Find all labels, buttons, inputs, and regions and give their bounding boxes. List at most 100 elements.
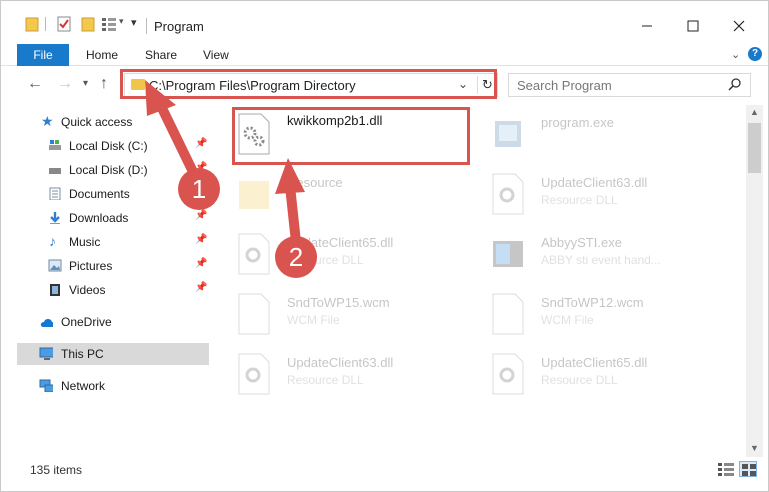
window-title: Program [154, 19, 204, 34]
pin-icon[interactable]: 📌 [195, 210, 207, 221]
toolbar-separator [45, 17, 46, 31]
nav-downloads[interactable]: Downloads 📌 [1, 207, 209, 229]
nav-onedrive[interactable]: OneDrive [1, 311, 209, 333]
details-view-icon[interactable] [717, 461, 735, 477]
folder-icon[interactable] [25, 16, 39, 32]
back-arrow-icon[interactable]: ← [27, 75, 43, 93]
file-item-sndtowp12[interactable]: SndToWP12.wcm WCM File [487, 289, 732, 345]
nav-pictures[interactable]: Pictures 📌 [1, 255, 209, 277]
file-description: ABBY sti event hand... [541, 253, 661, 267]
file-description: WCM File [541, 313, 594, 327]
nav-this-pc[interactable]: This PC [17, 343, 209, 365]
navigation-pane: ★ Quick access Local Disk (C:) 📌 Local D… [1, 105, 216, 457]
drive-icon [49, 168, 61, 174]
folder-icon [239, 181, 269, 209]
file-icon [492, 293, 524, 335]
status-bar: 135 items [1, 457, 768, 491]
help-icon[interactable]: ? [748, 47, 762, 61]
customize-toolbar-icon[interactable]: ▾ [131, 16, 137, 29]
nav-label: Quick access [61, 115, 133, 129]
item-count: 135 items [30, 463, 83, 477]
file-item-program-exe[interactable]: program.exe [487, 109, 732, 165]
file-highlight [232, 107, 470, 165]
documents-icon [49, 187, 61, 200]
nav-label: Documents [69, 187, 130, 201]
vertical-scrollbar[interactable]: ▲ ▼ [746, 105, 763, 457]
recent-locations-icon[interactable]: ▾ [83, 78, 88, 89]
minimize-icon [642, 25, 652, 27]
tab-home[interactable]: Home [86, 44, 118, 66]
nav-music[interactable]: ♪ Music 📌 [1, 231, 209, 253]
nav-videos[interactable]: Videos 📌 [1, 279, 209, 301]
nav-local-disk-d[interactable]: Local Disk (D:) 📌 [1, 159, 209, 181]
file-name: UpdateClient63.dll [541, 175, 648, 190]
dll-file-icon [492, 353, 524, 395]
film-icon [50, 284, 60, 296]
chevron-down-icon[interactable]: ▾ [119, 16, 124, 27]
nav-label: Pictures [69, 259, 113, 273]
file-item-sndtowp15[interactable]: SndToWP15.wcm WCM File [233, 289, 478, 345]
file-description: Resource DLL [541, 373, 618, 387]
scroll-up-icon[interactable]: ▲ [750, 107, 759, 117]
nav-quick-access[interactable]: ★ Quick access [1, 111, 209, 133]
dll-file-icon [238, 353, 270, 395]
file-item-updateclient63-b[interactable]: UpdateClient63.dll Resource DLL [233, 349, 478, 405]
nav-local-disk-c[interactable]: Local Disk (C:) 📌 [1, 135, 209, 157]
expand-ribbon-icon[interactable]: ⌄ [731, 48, 740, 61]
maximize-button[interactable] [679, 13, 707, 39]
pin-icon[interactable]: 📌 [195, 234, 207, 245]
search-placeholder: Search Program [517, 78, 612, 93]
file-description: WCM File [287, 313, 340, 327]
file-name: SndToWP12.wcm [541, 295, 644, 310]
up-arrow-icon[interactable]: ↑ [100, 75, 108, 93]
pin-icon[interactable]: 📌 [195, 282, 207, 293]
file-icon [238, 293, 270, 335]
nav-label: Music [69, 235, 101, 249]
dll-file-icon [492, 173, 524, 215]
properties-icon[interactable] [57, 16, 71, 32]
network-icon [39, 379, 53, 392]
file-name: AbbyySTI.exe [541, 235, 622, 250]
star-icon: ★ [41, 113, 54, 129]
download-arrow-icon [50, 212, 60, 224]
computer-icon [39, 347, 53, 360]
view-icon[interactable] [101, 16, 117, 32]
file-name: UpdateClient63.dll [287, 355, 394, 370]
file-item-updateclient65-b[interactable]: UpdateClient65.dll Resource DLL [487, 349, 732, 405]
exe-file-icon [495, 121, 521, 147]
large-icons-view-icon[interactable] [739, 461, 757, 477]
nav-network[interactable]: Network [1, 375, 209, 397]
step-2-badge: 2 [275, 236, 317, 278]
pin-icon[interactable]: 📌 [195, 138, 207, 149]
file-item-updateclient65-a[interactable]: UpdateClient65.dll Resource DLL [233, 229, 478, 285]
tab-view[interactable]: View [203, 44, 229, 66]
tab-file[interactable]: File [17, 44, 69, 66]
forward-arrow-icon[interactable]: → [57, 75, 73, 93]
file-item-resource-folder[interactable]: Resource [233, 169, 478, 225]
new-folder-icon[interactable] [81, 16, 95, 32]
address-bar-highlight [120, 69, 497, 99]
search-input[interactable]: Search Program [508, 73, 751, 97]
search-icon[interactable] [728, 77, 742, 91]
pictures-icon [48, 259, 62, 272]
scroll-down-icon[interactable]: ▼ [750, 443, 759, 453]
title-bar: ▾ ▾ Program [1, 1, 768, 41]
close-button[interactable] [725, 13, 753, 39]
file-description: Resource DLL [541, 193, 618, 207]
step-1-badge: 1 [178, 168, 220, 210]
dll-file-icon [238, 233, 270, 275]
file-name: Resource [287, 175, 343, 190]
scroll-thumb[interactable] [748, 123, 761, 173]
exe-file-icon [493, 241, 523, 267]
file-item-updateclient63-a[interactable]: UpdateClient63.dll Resource DLL [487, 169, 732, 225]
nav-label: This PC [61, 347, 104, 361]
file-item-abbyysti[interactable]: AbbyySTI.exe ABBY sti event hand... [487, 229, 732, 285]
nav-label: Videos [69, 283, 106, 297]
minimize-button[interactable] [633, 13, 661, 39]
nav-label: Local Disk (C:) [69, 139, 148, 153]
title-separator [146, 18, 147, 34]
tab-share[interactable]: Share [145, 44, 177, 66]
file-name: program.exe [541, 115, 614, 130]
pin-icon[interactable]: 📌 [195, 258, 207, 269]
maximize-icon [687, 20, 699, 32]
